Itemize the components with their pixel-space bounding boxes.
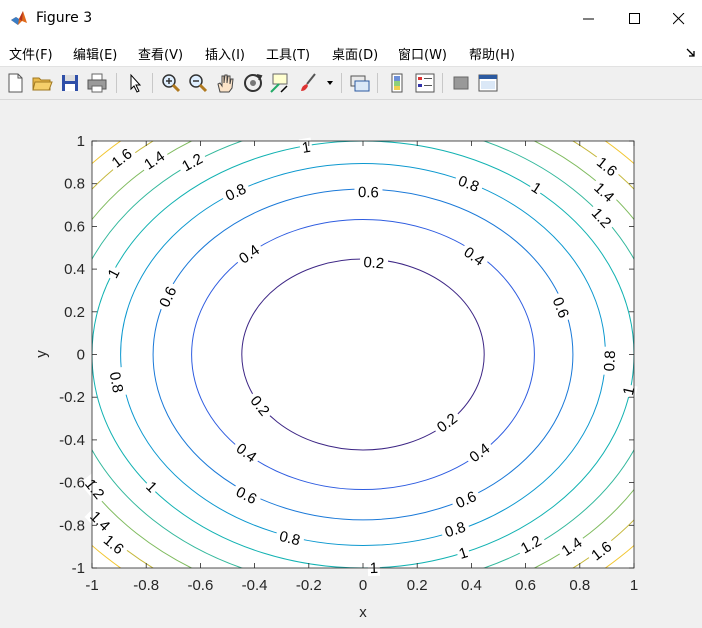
pan-hand-icon[interactable] bbox=[214, 72, 236, 94]
zoom-out-icon[interactable] bbox=[187, 72, 209, 94]
x-tick-label: -0.4 bbox=[242, 577, 268, 594]
menu-insert[interactable]: 插入(I) bbox=[205, 44, 245, 63]
figure-canvas: 0.20.20.20.4 0.40.4 0.40.60.6 0.60.6 0.60.8 0… bbox=[33, 133, 638, 621]
menu-view[interactable]: 查看(V) bbox=[138, 44, 183, 63]
x-tick-label: 1 bbox=[630, 577, 638, 594]
x-tick-label: -0.6 bbox=[187, 577, 213, 594]
link-plot-icon[interactable] bbox=[349, 72, 371, 94]
menu-tools[interactable]: 工具(T) bbox=[266, 44, 310, 63]
menu-bar: 文件(F) 编辑(E) 查看(V) 插入(I) 工具(T) 桌面(D) 窗口(W… bbox=[0, 38, 702, 67]
y-tick-label: -0.6 bbox=[59, 475, 85, 492]
contour-label-text: 0.8 bbox=[601, 350, 619, 372]
minimize-icon bbox=[583, 18, 594, 20]
matlab-logo-icon bbox=[11, 11, 27, 25]
toolbar-separator bbox=[377, 73, 378, 93]
save-icon[interactable] bbox=[59, 72, 81, 94]
print-icon[interactable] bbox=[86, 72, 108, 94]
x-tick-label: 0.8 bbox=[569, 577, 590, 594]
insert-colorbar-icon[interactable] bbox=[386, 72, 408, 94]
window-title: Figure 3 bbox=[36, 10, 93, 26]
menu-file[interactable]: 文件(F) bbox=[9, 44, 53, 63]
new-figure-icon[interactable] bbox=[4, 72, 26, 94]
y-tick-label: -0.4 bbox=[59, 432, 85, 449]
y-tick-label: 0.2 bbox=[64, 304, 85, 321]
x-tick-label: 0 bbox=[359, 577, 367, 594]
toolbar-separator bbox=[442, 73, 443, 93]
x-tick-label: -0.8 bbox=[133, 577, 159, 594]
insert-legend-icon[interactable] bbox=[414, 72, 436, 94]
toolbar-separator bbox=[116, 73, 117, 93]
show-plot-tools-icon[interactable] bbox=[477, 72, 499, 94]
maximize-icon bbox=[629, 13, 640, 24]
rotate-3d-icon[interactable] bbox=[242, 72, 264, 94]
close-icon bbox=[673, 13, 685, 25]
x-tick-label: 0.6 bbox=[515, 577, 536, 594]
title-bar: Figure 3 bbox=[0, 0, 702, 38]
y-tick-label: 0.8 bbox=[64, 176, 85, 193]
edit-plot-arrow-icon[interactable] bbox=[124, 72, 146, 94]
menu-desktop[interactable]: 桌面(D) bbox=[332, 44, 378, 63]
contour-label-text: 1 bbox=[369, 560, 378, 577]
y-tick-label: -1 bbox=[72, 560, 85, 577]
y-tick-label: 0.6 bbox=[64, 218, 85, 235]
brush-icon[interactable] bbox=[297, 72, 319, 94]
y-tick-label: 0.4 bbox=[64, 261, 85, 278]
y-tick-label: -0.2 bbox=[59, 389, 85, 406]
y-tick-label: 0 bbox=[77, 347, 85, 364]
y-tick-label: -0.8 bbox=[59, 517, 85, 534]
toolbar bbox=[0, 67, 702, 100]
axes-background[interactable] bbox=[92, 141, 634, 568]
close-button[interactable] bbox=[656, 0, 702, 38]
x-tick-label: -1 bbox=[85, 577, 98, 594]
data-cursor-icon[interactable] bbox=[269, 72, 291, 94]
toolbar-separator bbox=[341, 73, 342, 93]
contour-label-text: 0.2 bbox=[363, 254, 385, 272]
open-file-icon[interactable] bbox=[31, 72, 53, 94]
menu-window[interactable]: 窗口(W) bbox=[398, 44, 447, 63]
y-tick-label: 1 bbox=[77, 133, 85, 150]
dock-arrow-icon[interactable] bbox=[686, 48, 696, 58]
contour-label: 0.6 bbox=[354, 182, 383, 201]
minimize-button[interactable] bbox=[566, 0, 612, 38]
toolbar-separator bbox=[152, 73, 153, 93]
menu-help[interactable]: 帮助(H) bbox=[469, 44, 515, 63]
contour-label-text: 0.6 bbox=[358, 184, 379, 201]
contour-label: 0.2 bbox=[359, 252, 389, 272]
x-tick-label: 0.2 bbox=[407, 577, 428, 594]
x-tick-label: 0.4 bbox=[461, 577, 482, 594]
x-tick-label: -0.2 bbox=[296, 577, 322, 594]
zoom-in-icon[interactable] bbox=[160, 72, 182, 94]
dropdown-arrow-icon[interactable] bbox=[327, 81, 333, 86]
contour-label: 0.8 bbox=[600, 346, 619, 376]
maximize-button[interactable] bbox=[612, 0, 658, 38]
hide-plot-tools-icon[interactable] bbox=[450, 72, 472, 94]
menu-edit[interactable]: 编辑(E) bbox=[73, 44, 117, 63]
x-axis-label: x bbox=[359, 604, 367, 621]
y-axis-label: y bbox=[33, 350, 50, 358]
